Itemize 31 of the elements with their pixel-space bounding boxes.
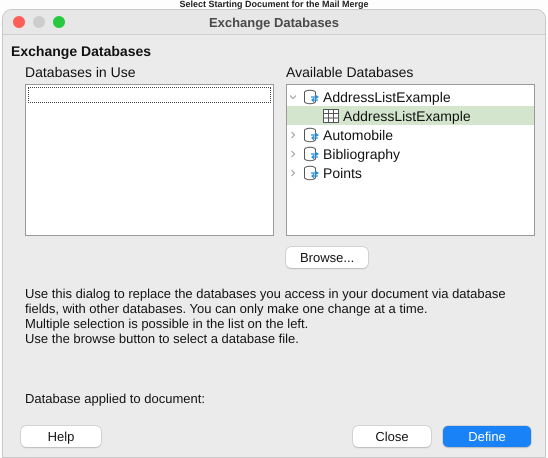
chevron-right-icon[interactable] [289,130,297,138]
dialog-button[interactable]: Help [21,426,101,447]
list-label: Available Databases [286,64,414,80]
dialog-button[interactable]: Define [443,426,531,447]
description-text: Multiple selection is possible in the list on the left. [25,316,310,331]
database-icon [303,126,319,142]
window-title: Exchange Databases [208,14,340,30]
list-label: Databases in Use [25,64,137,80]
chevron-right-icon[interactable] [289,150,297,158]
browse-button[interactable]: Browse... [286,247,368,268]
applied-database-label: Database applied to document: [25,391,206,406]
tree-item[interactable]: Bibliography [287,144,534,163]
description-text: Use the browse button to select a database file. [25,331,300,346]
databases-in-use-list[interactable] [25,84,274,236]
background-window-title: Select Starting Document for the Mail Merge [179,0,369,9]
dialog-button[interactable]: Close [353,426,431,447]
close-icon[interactable] [13,16,25,28]
chevron-right-icon[interactable] [289,168,297,176]
database-icon [303,146,319,162]
table-icon [323,108,339,122]
database-icon [303,88,319,104]
tree-item[interactable]: AddressListExample [287,106,534,125]
tree-item[interactable]: AddressListExample [287,87,534,106]
section-heading: Exchange Databases [11,43,152,59]
maximize-icon[interactable] [53,16,65,28]
description-text: Use this dialog to replace the databases you access in your document via database fields, with other databases. You can only make one change at a time. [25,286,507,316]
available-databases-tree[interactable]: AddressListExample AddressListExample Automobile Bibliography Points [286,84,535,236]
database-icon [303,164,319,180]
tree-item[interactable]: Automobile [287,125,534,144]
chevron-down-icon[interactable] [289,92,297,100]
tree-item[interactable]: Points [287,163,534,182]
